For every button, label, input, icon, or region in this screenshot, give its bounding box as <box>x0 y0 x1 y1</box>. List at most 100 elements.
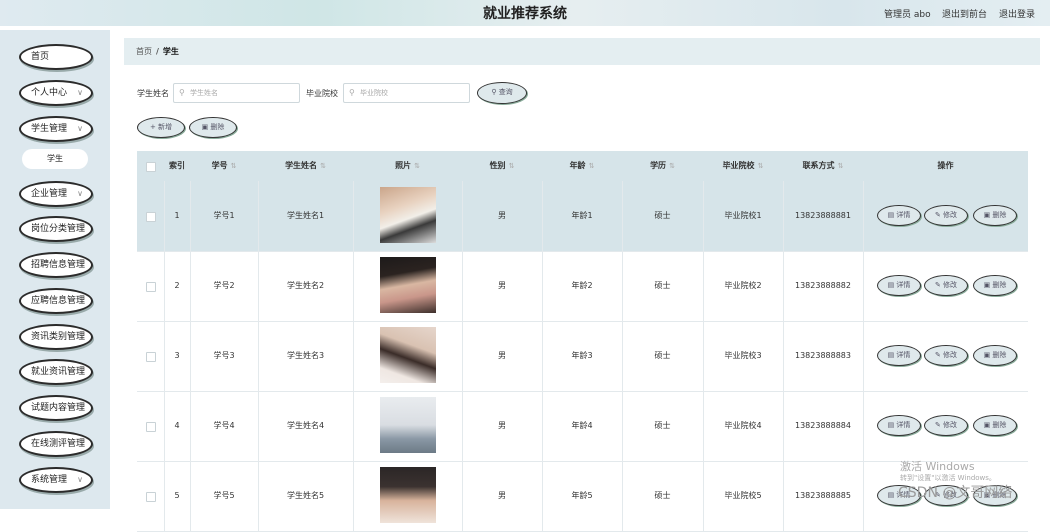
student-photo <box>379 467 436 523</box>
edit-button-label: 修改 <box>943 351 958 359</box>
sidebar-item[interactable]: 在线测评管理 <box>19 431 93 457</box>
table-row[interactable]: 2 学号2 学生姓名2 男年龄2 硕士 毕业院校2 13823888882 ▤ 详情 ✎ 修改 ▣… <box>137 251 1028 321</box>
chevron-down-icon: ∨ <box>77 124 83 133</box>
column-header[interactable]: 年龄 ⇅ <box>542 151 622 181</box>
detail-button[interactable]: ▤ 详情 <box>877 205 921 226</box>
cell-id: 学号5 <box>213 491 235 500</box>
batch-delete-label: 删除 <box>210 123 225 131</box>
table-row[interactable]: 5 学号5 学生姓名5 男年龄5 硕士 毕业院校5 13823888885 ▤ 详情 ✎ 修改 ▣… <box>137 461 1028 531</box>
edit-button-label: 修改 <box>943 421 958 429</box>
sidebar-item[interactable]: 系统管理 ∨ <box>19 467 93 493</box>
row-checkbox[interactable] <box>146 492 156 502</box>
delete-button[interactable]: ▣ 删除 <box>973 205 1017 226</box>
sidebar-item[interactable]: 就业资讯管理 <box>19 359 93 385</box>
column-divider <box>863 181 864 251</box>
column-header[interactable]: 照片 ⇅ <box>353 151 462 181</box>
sidebar-item[interactable]: 学生管理 ∨ <box>19 116 93 142</box>
breadcrumb-separator: / <box>156 47 159 56</box>
sidebar-item[interactable]: 招聘信息管理 <box>19 252 93 278</box>
select-all-checkbox[interactable] <box>146 162 156 172</box>
detail-button-label: 详情 <box>896 421 911 429</box>
cell-phone: 13823888884 <box>795 421 851 430</box>
row-checkbox[interactable] <box>146 422 156 432</box>
delete-button-label: 删除 <box>992 421 1007 429</box>
cell-gender: 男 <box>498 211 506 220</box>
sort-icon: ⇅ <box>757 162 764 170</box>
delete-button[interactable]: ▣ 删除 <box>973 415 1017 436</box>
column-header[interactable]: 学号 ⇅ <box>190 151 258 181</box>
row-checkbox[interactable] <box>146 352 156 362</box>
sidebar-item[interactable]: 企业管理 ∨ <box>19 181 93 207</box>
school-input[interactable]: ⚲ 毕业院校 <box>343 83 470 103</box>
row-checkbox[interactable] <box>146 212 156 222</box>
column-header[interactable]: 毕业院校 ⇅ <box>703 151 783 181</box>
detail-button[interactable]: ▤ 详情 <box>877 415 921 436</box>
column-header[interactable]: 学历 ⇅ <box>622 151 703 181</box>
cell-id: 学号4 <box>213 421 235 430</box>
column-header[interactable]: 联系方式 ⇅ <box>783 151 863 181</box>
sidebar-item[interactable]: 试题内容管理 <box>19 395 93 421</box>
student-photo <box>379 327 436 383</box>
delete-button[interactable]: ▣ 删除 <box>973 275 1017 296</box>
cell-edu: 硕士 <box>654 491 671 500</box>
column-header[interactable]: 学生姓名 ⇅ <box>258 151 353 181</box>
cell-phone: 13823888881 <box>795 211 851 220</box>
breadcrumb-current: 学生 <box>162 47 179 56</box>
table-row[interactable]: 3 学号3 学生姓名3 男年龄3 硕士 毕业院校3 13823888883 ▤ 详情 ✎ 修改 ▣… <box>137 321 1028 391</box>
table-row[interactable]: 4 学号4 学生姓名4 男年龄4 硕士 毕业院校4 13823888884 ▤ 详情 ✎ 修改 ▣… <box>137 391 1028 461</box>
school-placeholder: 毕业院校 <box>360 89 388 97</box>
cell-id: 学号1 <box>213 211 235 220</box>
delete-button[interactable]: ▣ 删除 <box>973 345 1017 366</box>
sidebar-item[interactable]: 个人中心 ∨ <box>19 80 93 106</box>
exit-to-front-link[interactable]: 退出到前台 <box>942 7 987 20</box>
cell-index: 1 <box>174 211 180 220</box>
student-name-input[interactable]: ⚲ 学生姓名 <box>173 83 300 103</box>
table-header: 索引 学号 ⇅ 学生姓名 ⇅ 照片 ⇅ 性别 ⇅ 年龄 ⇅ 学历 ⇅ 毕业院校 ⇅ 联系方式 ⇅ 操作 <box>137 151 1028 181</box>
batch-delete-button[interactable]: ▣ 删除 <box>189 117 237 138</box>
query-button-label: 查询 <box>498 88 513 96</box>
column-header-label: 毕业院校 <box>722 161 755 170</box>
sidebar-subitem-student[interactable]: 学生 <box>22 149 88 169</box>
pencil-icon: ✎ <box>934 421 944 429</box>
search-icon: ⚲ <box>491 88 497 96</box>
column-header-label: 联系方式 <box>802 161 835 170</box>
query-button[interactable]: ⚲ 查询 <box>477 82 527 104</box>
cell-school: 毕业院校5 <box>724 491 762 500</box>
edit-button[interactable]: ✎ 修改 <box>924 205 968 226</box>
sidebar-item-label: 试题内容管理 <box>31 403 86 413</box>
cell-index: 5 <box>174 491 180 500</box>
cell-school: 毕业院校4 <box>724 421 762 430</box>
column-header-label: 学历 <box>650 161 667 170</box>
detail-button[interactable]: ▤ 详情 <box>877 275 921 296</box>
edit-button[interactable]: ✎ 修改 <box>924 275 968 296</box>
sidebar-item[interactable]: 资讯类别管理 <box>19 324 93 350</box>
column-header-label: 索引 <box>169 161 185 170</box>
row-checkbox[interactable] <box>146 282 156 292</box>
sidebar-item[interactable]: 应聘信息管理 <box>19 288 93 314</box>
delete-button-label: 删除 <box>992 211 1007 219</box>
sort-icon: ⇅ <box>230 162 237 170</box>
table-row[interactable]: 1 学号1 学生姓名1 男年龄1 硕士 毕业院校1 13823888881 ▤ 详情 ✎ 修改 ▣… <box>137 181 1028 251</box>
column-header: 操作 <box>863 151 1028 181</box>
column-divider <box>353 391 354 461</box>
logout-link[interactable]: 退出登录 <box>999 7 1035 20</box>
detail-button[interactable]: ▤ 详情 <box>877 345 921 366</box>
sidebar-item[interactable]: 岗位分类管理 <box>19 216 93 242</box>
cell-name: 学生姓名5 <box>286 491 325 500</box>
cell-gender: 男 <box>498 421 506 430</box>
edit-button[interactable]: ✎ 修改 <box>924 345 968 366</box>
breadcrumb: 首页 / 学生 <box>124 38 1040 65</box>
sidebar-item-label: 个人中心 <box>31 88 68 98</box>
sidebar-item[interactable]: 首页 <box>19 44 93 70</box>
sidebar-item-label: 招聘信息管理 <box>31 260 86 270</box>
detail-button-label: 详情 <box>896 351 911 359</box>
student-name-placeholder: 学生姓名 <box>190 89 218 97</box>
cell-name: 学生姓名2 <box>286 281 325 290</box>
sidebar-item-label: 学生管理 <box>31 124 68 134</box>
student-photo <box>379 397 436 453</box>
add-button[interactable]: + 新增 <box>137 117 185 138</box>
edit-button[interactable]: ✎ 修改 <box>924 415 968 436</box>
column-header[interactable]: 性别 ⇅ <box>462 151 542 181</box>
breadcrumb-home[interactable]: 首页 <box>136 47 152 56</box>
sort-icon: ⇅ <box>669 162 675 170</box>
